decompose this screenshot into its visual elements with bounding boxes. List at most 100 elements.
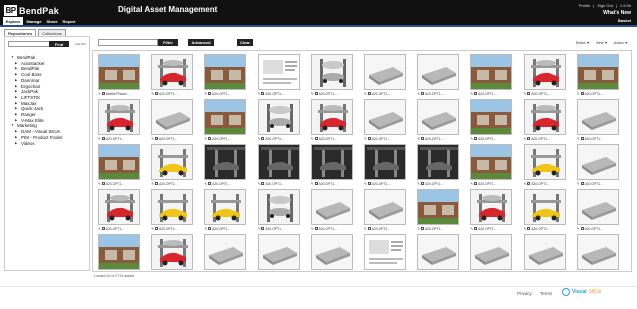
asset-thumbnail[interactable] — [310, 144, 353, 180]
asset-thumbnail[interactable] — [417, 234, 460, 270]
asset-tile[interactable]: ✎ A20-OPT1... — [151, 144, 197, 187]
asset-tile[interactable]: ✎ A20-OPT1... — [98, 144, 144, 187]
edit-icon[interactable]: ✎ — [470, 227, 473, 231]
edit-icon[interactable]: ✎ — [204, 272, 207, 273]
edit-icon[interactable]: ✎ — [258, 227, 261, 231]
asset-thumbnail[interactable] — [204, 54, 247, 90]
asset-tile[interactable]: ✎ A20-OPT1... — [257, 99, 304, 142]
advanced-search-link[interactable]: Adv.Sch — [75, 42, 86, 46]
asset-thumbnail[interactable] — [257, 99, 300, 135]
edit-icon[interactable]: ✎ — [364, 227, 367, 231]
asset-tile[interactable]: ✎ A20-OPT1... — [310, 189, 357, 232]
edit-icon[interactable]: ✎ — [577, 227, 580, 231]
asset-tile[interactable]: ✎ Mobile Photos... — [98, 54, 144, 97]
select-checkbox[interactable] — [101, 227, 105, 230]
asset-thumbnail[interactable] — [310, 189, 353, 225]
edit-icon[interactable]: ✎ — [151, 227, 154, 231]
asset-thumbnail[interactable] — [417, 99, 460, 135]
view-dropdown[interactable]: View ▼ — [596, 41, 608, 45]
asset-thumbnail[interactable] — [470, 99, 513, 135]
asset-thumbnail[interactable] — [151, 189, 194, 225]
collapse-arrow-icon[interactable]: ▶ — [15, 141, 19, 147]
edit-icon[interactable]: ✎ — [311, 182, 314, 186]
asset-thumbnail[interactable] — [98, 99, 140, 135]
edit-icon[interactable]: ✎ — [417, 182, 420, 186]
asset-tile[interactable]: ✎ A20-OPT1... — [151, 189, 197, 232]
edit-icon[interactable]: ✎ — [470, 182, 473, 186]
asset-thumbnail[interactable] — [576, 54, 619, 90]
select-checkbox[interactable] — [261, 182, 265, 185]
select-checkbox[interactable] — [154, 92, 158, 95]
asset-tile[interactable]: ✎ A20-OPT1... — [364, 144, 410, 187]
edit-icon[interactable]: ✎ — [311, 92, 314, 96]
asset-tile[interactable]: ✎ A20-OPT1... — [523, 234, 570, 271]
select-checkbox[interactable] — [580, 227, 584, 230]
asset-tile[interactable]: ✎ A20-OPT1... — [257, 144, 304, 187]
select-checkbox[interactable] — [420, 182, 424, 185]
basket-link[interactable]: Basket — [618, 18, 631, 23]
profile-link[interactable]: Profile — [579, 3, 590, 8]
asset-tile[interactable]: ✎ A20-OPT1... — [310, 99, 357, 142]
select-checkbox[interactable] — [154, 137, 158, 140]
asset-tile[interactable]: ✎ A20-OPT1... — [576, 144, 623, 187]
edit-icon[interactable]: ✎ — [204, 182, 207, 186]
edit-icon[interactable]: ✎ — [577, 137, 580, 141]
select-checkbox[interactable] — [101, 182, 105, 185]
asset-thumbnail[interactable] — [523, 189, 566, 225]
asset-thumbnail[interactable] — [470, 54, 513, 90]
asset-tile[interactable]: ✎ A20-OPT1... — [257, 234, 304, 271]
edit-icon[interactable]: ✎ — [98, 137, 101, 141]
asset-thumbnail[interactable] — [576, 189, 619, 225]
asset-tile[interactable]: ✎ A20-OPT1... — [576, 234, 623, 273]
asset-thumbnail[interactable] — [151, 99, 194, 135]
select-checkbox[interactable] — [208, 182, 212, 185]
asset-tile[interactable]: ✎ A20-OPT1... — [204, 99, 250, 142]
edit-icon[interactable]: ✎ — [577, 92, 580, 96]
asset-thumbnail[interactable] — [364, 99, 406, 135]
edit-icon[interactable]: ✎ — [98, 92, 101, 96]
edit-icon[interactable]: ✎ — [151, 182, 154, 186]
edit-icon[interactable]: ✎ — [204, 227, 207, 231]
asset-thumbnail[interactable] — [364, 144, 406, 180]
asset-thumbnail[interactable] — [151, 54, 194, 90]
clear-button[interactable]: Clear — [237, 39, 253, 46]
edit-icon[interactable]: ✎ — [577, 182, 580, 186]
asset-thumbnail[interactable] — [257, 234, 300, 270]
select-checkbox[interactable] — [580, 137, 584, 140]
select-checkbox[interactable] — [367, 92, 371, 95]
edit-icon[interactable]: ✎ — [151, 137, 154, 141]
asset-tile[interactable]: ✎ A20-OPT1-... — [310, 54, 357, 97]
asset-thumbnail[interactable] — [470, 234, 513, 270]
asset-thumbnail[interactable] — [257, 189, 300, 225]
asset-tile[interactable]: ✎ A20-OPT1... — [470, 234, 516, 271]
edit-icon[interactable]: ✎ — [577, 272, 580, 273]
asset-tile[interactable]: ✎ A20-OPT1... — [151, 234, 197, 271]
asset-thumbnail[interactable] — [523, 99, 566, 135]
asset-tile[interactable]: ✎ A20-OPT1... — [98, 99, 144, 142]
asset-thumbnail[interactable] — [470, 144, 513, 180]
asset-thumbnail[interactable] — [204, 99, 247, 135]
tree-node[interactable]: ▶ Videos — [11, 141, 63, 147]
edit-icon[interactable]: ✎ — [470, 92, 473, 96]
edit-icon[interactable]: ✎ — [98, 227, 101, 231]
asset-thumbnail[interactable] — [576, 234, 619, 270]
asset-thumbnail[interactable] — [576, 99, 619, 135]
tab-share[interactable]: Share — [45, 17, 59, 25]
edit-icon[interactable]: ✎ — [524, 137, 527, 141]
asset-thumbnail[interactable] — [151, 144, 194, 180]
asset-tile[interactable]: ✎ A20-OPT1... — [576, 189, 623, 232]
whats-new-link[interactable]: What's New — [603, 10, 631, 16]
find-button[interactable]: Find — [49, 41, 69, 47]
select-checkbox[interactable] — [314, 227, 318, 230]
asset-thumbnail[interactable] — [417, 189, 460, 225]
asset-tile[interactable]: ✎ A20-OPT1-... — [257, 54, 304, 97]
select-checkbox[interactable] — [527, 182, 531, 185]
select-checkbox[interactable] — [154, 227, 158, 230]
select-checkbox[interactable] — [367, 227, 371, 230]
asset-thumbnail[interactable] — [364, 189, 406, 225]
asset-thumbnail[interactable] — [257, 54, 300, 90]
asset-tile[interactable]: ✎ A20-OPT1... — [523, 189, 570, 232]
edit-icon[interactable]: ✎ — [151, 92, 154, 96]
asset-thumbnail[interactable] — [257, 144, 300, 180]
asset-tile[interactable]: ✎ A20-OPT1... — [204, 234, 250, 273]
